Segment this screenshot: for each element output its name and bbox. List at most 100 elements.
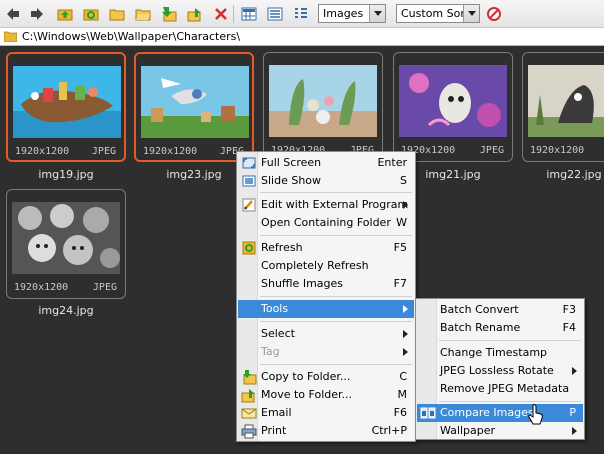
edit-icon bbox=[242, 198, 256, 212]
thumbnail-image bbox=[269, 65, 377, 137]
refresh-folder-icon[interactable] bbox=[81, 4, 101, 24]
thumbnail-format: JPEG bbox=[479, 145, 504, 156]
menu-item-batch-rename[interactable]: Batch Rename F4 bbox=[417, 319, 583, 337]
thumbnail-resolution: 1920x1200 bbox=[143, 146, 198, 157]
menu-item-label: Copy to Folder... bbox=[261, 370, 351, 383]
menu-item-shortcut: F6 bbox=[393, 406, 407, 419]
menu-item-shortcut: Ctrl+P bbox=[371, 424, 407, 437]
menu-separator bbox=[439, 340, 581, 341]
menu-item-compare-images[interactable]: Compare Images P bbox=[417, 404, 583, 422]
sort-select[interactable]: Custom Sort bbox=[396, 4, 480, 23]
menu-item-label: Compare Images bbox=[440, 406, 534, 419]
menu-item-tools[interactable]: Tools bbox=[238, 300, 414, 318]
toolbar: Images Custom Sort bbox=[0, 0, 604, 28]
chevron-down-icon[interactable] bbox=[369, 5, 385, 22]
menu-item-label: Edit with External Program bbox=[261, 198, 409, 211]
menu-separator bbox=[439, 401, 581, 402]
menu-item-shortcut: M bbox=[397, 388, 408, 401]
menu-item-email[interactable]: Email F6 bbox=[238, 404, 414, 422]
details-view-icon[interactable] bbox=[291, 4, 311, 24]
thumbnail-image bbox=[13, 66, 121, 138]
chevron-right-icon bbox=[403, 201, 408, 209]
menu-item-slide-show[interactable]: Slide Show S bbox=[238, 172, 414, 190]
thumbnail-resolution: 1920x1200 bbox=[14, 282, 69, 293]
thumbnail-img21[interactable]: 1920x1200 JPEG bbox=[393, 52, 513, 162]
menu-item-label: Batch Rename bbox=[440, 321, 521, 334]
back-arrow-icon[interactable] bbox=[3, 4, 23, 24]
chevron-down-icon[interactable] bbox=[463, 5, 479, 22]
compare-images-icon bbox=[420, 407, 436, 419]
thumbnail-img23[interactable]: 1920x1200 JPEG bbox=[134, 52, 254, 162]
menu-item-label: Email bbox=[261, 406, 292, 419]
context-menu: Full Screen Enter Slide Show S Edit with… bbox=[236, 151, 416, 442]
menu-item-jpeg-lossless-rotate[interactable]: JPEG Lossless Rotate bbox=[417, 362, 583, 380]
menu-item-label: Completely Refresh bbox=[261, 259, 369, 272]
thumbnail-img24[interactable]: 1920x1200 JPEG bbox=[6, 189, 126, 299]
menu-item-shortcut: F5 bbox=[393, 241, 407, 254]
menu-item-label: Select bbox=[261, 327, 295, 340]
clear-filter-icon[interactable] bbox=[484, 4, 504, 24]
filter-select-value: Images bbox=[323, 7, 364, 20]
thumbnail-img19[interactable]: 1920x1200 JPEG bbox=[6, 52, 126, 162]
menu-item-shortcut: W bbox=[396, 216, 407, 229]
full-screen-icon bbox=[242, 157, 256, 169]
copy-to-folder-icon bbox=[243, 370, 257, 385]
thumbnail-image bbox=[399, 65, 507, 137]
folder-icon bbox=[4, 31, 17, 42]
menu-item-wallpaper[interactable]: Wallpaper bbox=[417, 422, 583, 440]
menu-item-select[interactable]: Select bbox=[238, 325, 414, 343]
thumbnail-image bbox=[528, 65, 604, 137]
print-icon bbox=[241, 424, 257, 439]
menu-item-label: Remove JPEG Metadata bbox=[440, 382, 570, 395]
menu-item-label: Shuffle Images bbox=[261, 277, 344, 290]
menu-separator bbox=[260, 364, 412, 365]
menu-item-open-containing-folder[interactable]: Open Containing Folder W bbox=[238, 214, 414, 232]
thumbnail-filename[interactable]: img24.jpg bbox=[6, 304, 126, 317]
menu-item-copy-to-folder[interactable]: Copy to Folder... C bbox=[238, 368, 414, 386]
menu-item-shortcut: F3 bbox=[562, 303, 576, 316]
thumbnail-filename[interactable]: img22.jpg bbox=[526, 168, 604, 181]
menu-item-label: Move to Folder... bbox=[261, 388, 353, 401]
menu-item-label: Tools bbox=[261, 302, 289, 315]
path-bar[interactable]: C:\Windows\Web\Wallpaper\Characters\ bbox=[0, 28, 604, 46]
menu-item-completely-refresh[interactable]: Completely Refresh bbox=[238, 257, 414, 275]
menu-item-shortcut: F4 bbox=[562, 321, 576, 334]
menu-item-change-timestamp[interactable]: Change Timestamp bbox=[417, 344, 583, 362]
menu-item-shuffle-images[interactable]: Shuffle Images F7 bbox=[238, 275, 414, 293]
chevron-right-icon bbox=[403, 348, 408, 356]
menu-item-edit-external[interactable]: Edit with External Program bbox=[238, 196, 414, 214]
grid-view-icon[interactable] bbox=[239, 4, 259, 24]
chevron-right-icon bbox=[403, 330, 408, 338]
menu-item-label: Print bbox=[261, 424, 287, 437]
open-folder-icon[interactable] bbox=[133, 4, 153, 24]
move-to-folder-icon[interactable] bbox=[185, 4, 205, 24]
menu-item-batch-convert[interactable]: Batch Convert F3 bbox=[417, 301, 583, 319]
refresh-icon bbox=[242, 241, 256, 255]
menu-separator bbox=[260, 192, 412, 193]
delete-icon[interactable] bbox=[211, 4, 231, 24]
copy-to-folder-icon[interactable] bbox=[159, 4, 179, 24]
chevron-right-icon bbox=[572, 367, 577, 375]
menu-item-label: Tag bbox=[261, 345, 280, 358]
thumbnail-filename[interactable]: img19.jpg bbox=[6, 168, 126, 181]
thumbnail-img20[interactable]: 1920x1200 JPEG bbox=[263, 52, 383, 162]
menu-item-label: Slide Show bbox=[261, 174, 322, 187]
menu-item-refresh[interactable]: Refresh F5 bbox=[238, 239, 414, 257]
chevron-right-icon bbox=[403, 305, 408, 313]
menu-item-label: Batch Convert bbox=[440, 303, 519, 316]
menu-separator bbox=[260, 296, 412, 297]
thumbnail-img22[interactable]: 1920x1200 bbox=[522, 52, 604, 162]
folder-icon[interactable] bbox=[107, 4, 127, 24]
menu-item-remove-jpeg-metadata[interactable]: Remove JPEG Metadata bbox=[417, 380, 583, 398]
menu-item-print[interactable]: Print Ctrl+P bbox=[238, 422, 414, 440]
menu-item-move-to-folder[interactable]: Move to Folder... M bbox=[238, 386, 414, 404]
folder-up-icon[interactable] bbox=[55, 4, 75, 24]
menu-item-full-screen[interactable]: Full Screen Enter bbox=[238, 154, 414, 172]
menu-item-label: JPEG Lossless Rotate bbox=[440, 364, 554, 377]
list-view-icon[interactable] bbox=[265, 4, 285, 24]
menu-item-label: Wallpaper bbox=[440, 424, 496, 437]
filter-select[interactable]: Images bbox=[318, 4, 386, 23]
menu-item-shortcut: Enter bbox=[377, 156, 407, 169]
forward-arrow-icon[interactable] bbox=[27, 4, 47, 24]
thumbnail-format: JPEG bbox=[91, 146, 116, 157]
